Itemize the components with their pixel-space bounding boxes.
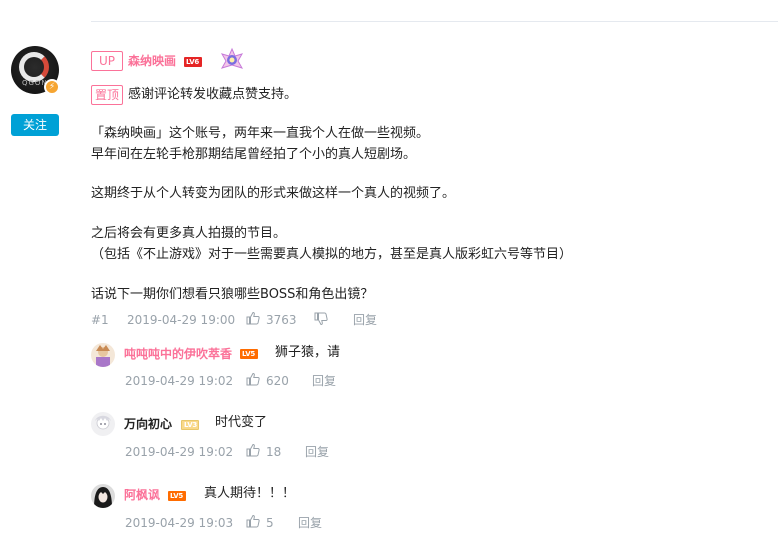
comment-line: 之后将会有更多真人拍摄的节目。 — [91, 226, 287, 241]
follow-button[interactable]: 关注 — [11, 114, 59, 136]
reply-avatar[interactable] — [91, 412, 115, 436]
reply-button[interactable]: 回复 — [305, 444, 329, 460]
reply-author-name[interactable]: 万向初心 — [124, 416, 172, 432]
like-icon[interactable] — [246, 443, 260, 457]
verified-lightning-icon: ⚡ — [44, 79, 60, 95]
level-badge: LV6 — [184, 57, 202, 67]
like-count: 18 — [266, 445, 282, 459]
floor-number: #1 — [91, 313, 109, 327]
level-badge: LV5 — [168, 491, 186, 501]
comment-time: 2019-04-29 19:00 — [127, 313, 236, 327]
reply-time: 2019-04-29 19:02 — [125, 374, 234, 388]
pinned-text: 感谢评论转发收藏点赞支持。 — [128, 87, 298, 102]
like-icon[interactable] — [246, 372, 260, 386]
level-badge: LV5 — [240, 349, 258, 359]
level-badge: LV3 — [181, 420, 199, 430]
reply-button[interactable]: 回复 — [298, 515, 322, 531]
reply-button[interactable]: 回复 — [312, 373, 336, 389]
like-count: 620 — [266, 374, 289, 388]
reply-time: 2019-04-29 19:02 — [125, 445, 234, 459]
like-count: 3763 — [266, 313, 297, 327]
dislike-icon[interactable] — [314, 312, 328, 326]
reply-button[interactable]: 回复 — [353, 312, 377, 328]
reply-avatar[interactable] — [91, 484, 115, 508]
reply-author-name[interactable]: 吨吨吨中的伊吹萃香 — [124, 346, 232, 362]
comment-author-name[interactable]: 森纳映画 — [128, 52, 176, 70]
comment-line: 「森纳映画」这个账号，两年来一直我个人在做一些视频。 — [91, 126, 430, 141]
comment-line: 这期终于从个人转变为团队的形式来做这样一个真人的视频了。 — [91, 186, 456, 201]
reply-author-name[interactable]: 阿枫讽 — [124, 487, 160, 503]
reply-avatar[interactable] — [91, 343, 115, 367]
like-icon[interactable] — [246, 514, 260, 528]
comment-line: 早年间在左轮手枪那期结尾曾经拍了个小的真人短剧场。 — [91, 147, 417, 162]
reply-text: 时代变了 — [215, 415, 268, 430]
comment-line: 话说下一期你们想看只狼哪些BOSS和角色出镜？ — [91, 287, 374, 302]
top-divider — [91, 21, 778, 22]
avatar-logo-ring — [19, 52, 49, 82]
reply-text: 真人期待！！！ — [204, 486, 296, 501]
like-count: 5 — [266, 516, 274, 530]
up-badge: UP — [91, 51, 123, 71]
reply-text: 狮子猿，请 — [275, 345, 341, 360]
reply-time: 2019-04-29 19:03 — [125, 516, 234, 530]
pinned-badge: 置顶 — [91, 85, 123, 105]
medal-icon — [220, 47, 244, 69]
comment-line: （包括《不止游戏》对于一些需要真人模拟的地方，甚至是真人版彩虹六号等节目） — [91, 247, 573, 262]
like-icon[interactable] — [246, 311, 260, 325]
